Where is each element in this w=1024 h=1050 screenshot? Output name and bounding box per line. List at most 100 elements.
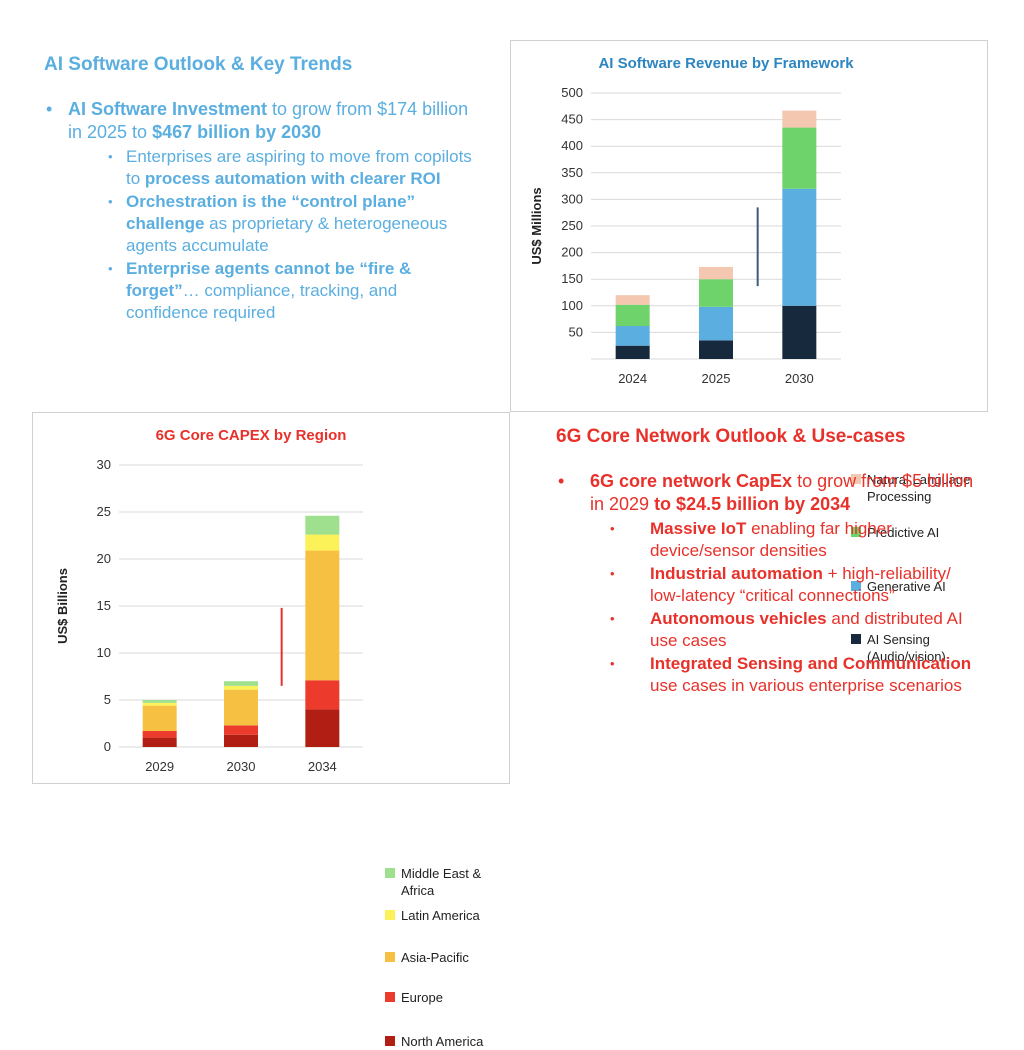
sixg-outlook-bullets: 6G core network CapEx to grow from $5 bi… — [556, 470, 986, 697]
sixg-outlook-title: 6G Core Network Outlook & Use-cases — [556, 426, 906, 447]
ai-sub-bold: process automation with clearer ROI — [144, 169, 441, 188]
sixg-bullet-bold2: to $24.5 billion by 2034 — [654, 494, 851, 514]
sixg-sub-bullet: Massive IoT enabling far higher device/s… — [606, 518, 986, 562]
ai-revenue-chart: AI Software Revenue by Framework US$ Mill… — [510, 40, 988, 664]
x-tick-label: 2029 — [145, 759, 174, 774]
y-tick-label: 250 — [561, 218, 583, 233]
legend-item: North America — [385, 1033, 505, 1050]
bar-segment — [305, 550, 340, 681]
bar-segment — [699, 306, 733, 341]
sixg-capex-chart-svg: 6G Core CAPEX by Region US$ Billions 0 5 10 1… — [55, 427, 363, 774]
sixg-capex-chart: 6G Core CAPEX by Region US$ Billions 0 5 10 1… — [32, 412, 510, 1049]
ai-bullet-bold2: $467 billion by 2030 — [152, 122, 322, 142]
x-tick-label: 2030 — [785, 371, 814, 386]
ai-outlook-title: AI Software Outlook & Key Trends — [44, 54, 353, 75]
bar-segment — [305, 515, 340, 535]
bar-segment — [142, 700, 177, 703]
ai-outlook-main-bullet: AI Software Investment to grow from $174… — [44, 98, 484, 324]
legend-label: Middle East & Africa — [401, 866, 482, 898]
ai-revenue-chart-svg: AI Software Revenue by Framework US$ Mill… — [529, 55, 854, 386]
legend-label: Asia-Pacific — [401, 950, 469, 965]
y-tick-label: 150 — [561, 271, 583, 286]
bar-segment — [142, 737, 177, 747]
sixg-sub-bullet: Autonomous vehicles and distributed AI u… — [606, 608, 986, 652]
ai-sub-bullet: Enterprise agents cannot be “fire & forg… — [104, 258, 484, 324]
sixg-outlook-panel: 6G Core Network Outlook & Use-cases 6G c… — [556, 426, 986, 697]
legend-swatch — [385, 910, 395, 920]
bar-segment — [224, 689, 258, 726]
sixg-sub-bold: Autonomous vehicles — [650, 609, 827, 628]
bar-segment — [305, 534, 340, 551]
bar-segment — [224, 681, 258, 686]
sixg-sub-bullet: Industrial automation + high-reliability… — [606, 563, 986, 607]
y-tick-label: 5 — [104, 692, 111, 707]
legend-item: Latin America — [385, 907, 505, 924]
y-tick-label: 350 — [561, 165, 583, 180]
y-tick-label: 300 — [561, 191, 583, 206]
bar-segment — [782, 127, 817, 189]
sixg-sub-bold: Industrial automation — [650, 564, 823, 583]
legend-label: North America — [401, 1034, 484, 1049]
ai-sub-bullet: Enterprises are aspiring to move from co… — [104, 146, 484, 190]
sixg-bullet-bold1: 6G core network CapEx — [590, 471, 793, 491]
bar-segment — [305, 709, 340, 747]
sixg-sub-bold: Massive IoT — [650, 519, 747, 538]
y-tick-label: 200 — [561, 245, 583, 260]
bar-segment — [699, 279, 733, 307]
x-tick-label: 2030 — [227, 759, 256, 774]
y-axis-label: US$ Billions — [55, 568, 70, 644]
ai-bullet-bold1: AI Software Investment — [68, 99, 268, 119]
bar-segment — [305, 680, 340, 710]
chart-title: AI Software Revenue by Framework — [598, 55, 854, 72]
y-tick-label: 25 — [97, 504, 111, 519]
sixg-outlook-sub-bullets: Massive IoT enabling far higher device/s… — [606, 518, 986, 697]
legend-item: Europe — [385, 989, 505, 1006]
y-tick-label: 10 — [97, 645, 111, 660]
legend-swatch — [385, 992, 395, 1002]
ai-outlook-panel: AI Software Outlook & Key Trends AI Soft… — [44, 54, 484, 324]
sixg-outlook-main-bullet: 6G core network CapEx to grow from $5 bi… — [556, 470, 986, 697]
chart-title: 6G Core CAPEX by Region — [156, 427, 347, 444]
legend-swatch — [385, 952, 395, 962]
sixg-sub-text: use cases in various enterprise scenario… — [650, 676, 962, 695]
legend-swatch — [385, 868, 395, 878]
bar-segment — [224, 734, 258, 747]
sixg-sub-bullet: Integrated Sensing and Communication use… — [606, 653, 986, 697]
y-tick-label: 30 — [97, 457, 111, 472]
bar-segment — [142, 705, 177, 732]
sixg-sub-bold: Integrated Sensing and Communication — [650, 654, 972, 673]
bar-segment — [782, 188, 817, 306]
ai-sub-bullet: Orchestration is the “control plane” cha… — [104, 191, 484, 257]
y-tick-label: 450 — [561, 112, 583, 127]
y-tick-label: 400 — [561, 138, 583, 153]
bar-segment — [699, 340, 733, 359]
bar-segment — [615, 345, 650, 359]
bar-segment — [615, 326, 650, 346]
x-tick-label: 2025 — [702, 371, 731, 386]
bar-segment — [142, 731, 177, 738]
bar-segment — [699, 266, 733, 280]
y-tick-label: 15 — [97, 598, 111, 613]
ai-outlook-sub-bullets: Enterprises are aspiring to move from co… — [104, 146, 484, 324]
legend-swatch — [385, 1036, 395, 1046]
y-tick-label: 50 — [569, 324, 583, 339]
y-tick-label: 100 — [561, 298, 583, 313]
ai-outlook-bullets: AI Software Investment to grow from $174… — [44, 98, 484, 324]
x-tick-label: 2034 — [308, 759, 337, 774]
y-axis-label: US$ Millions — [529, 187, 544, 264]
legend-item: Asia-Pacific — [385, 949, 505, 966]
x-tick-label: 2024 — [618, 371, 647, 386]
bar-segment — [782, 305, 817, 359]
bar-segment — [224, 685, 258, 690]
bar-segment — [615, 304, 650, 327]
bar-segment — [142, 702, 177, 706]
bar-segment — [224, 725, 258, 735]
y-tick-label: 20 — [97, 551, 111, 566]
bar-segment — [615, 295, 650, 305]
legend-label: Europe — [401, 990, 443, 1005]
legend-label: Latin America — [401, 908, 480, 923]
legend-item: Middle East & Africa — [385, 865, 505, 899]
y-tick-label: 500 — [561, 85, 583, 100]
bar-segment — [782, 110, 817, 128]
y-tick-label: 0 — [104, 739, 111, 754]
